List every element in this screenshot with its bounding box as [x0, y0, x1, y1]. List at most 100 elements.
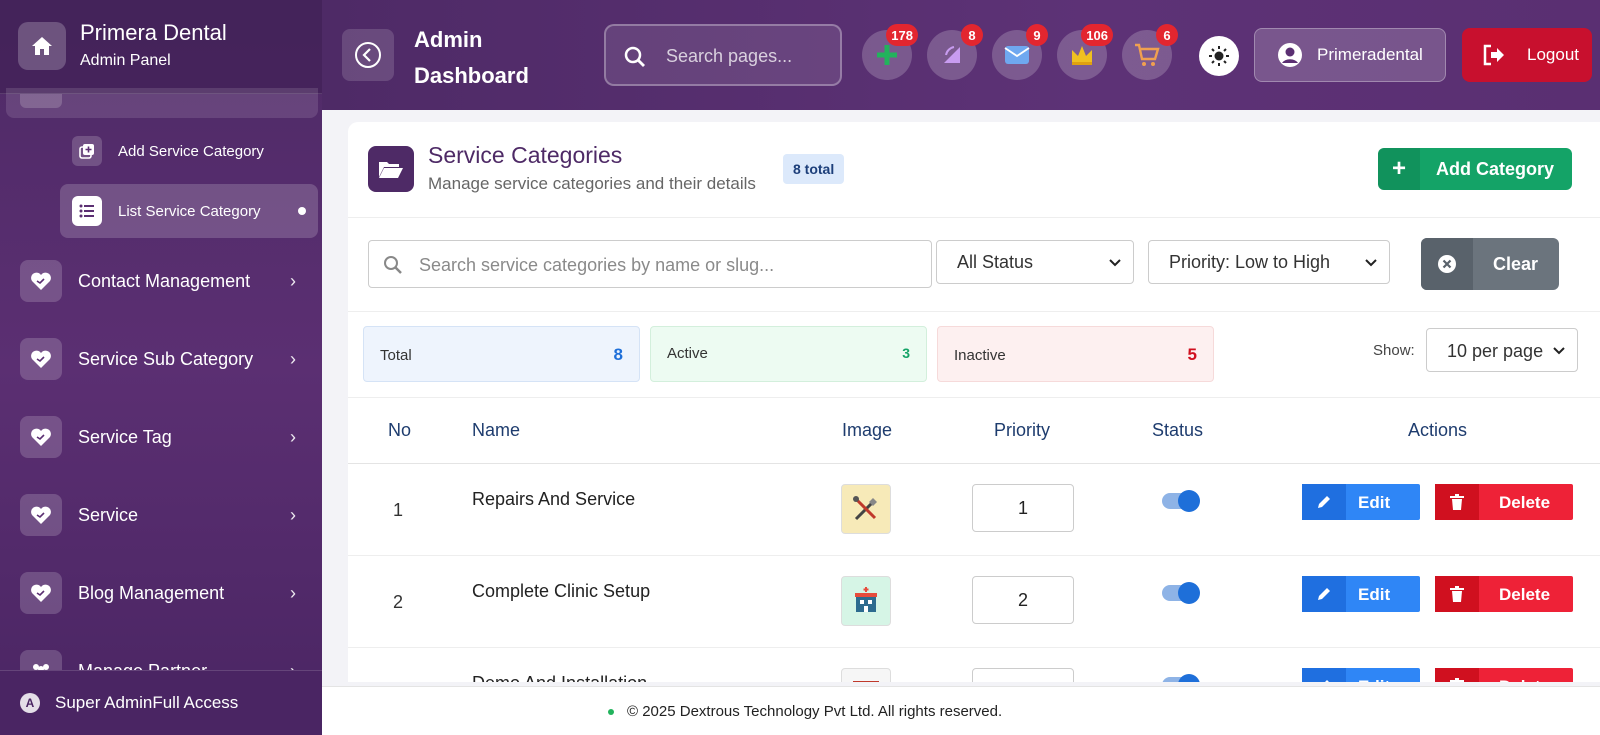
- chevron-down-icon: [1109, 259, 1121, 267]
- sidebar-subitem-add-service-category[interactable]: Add Service Category: [60, 124, 318, 178]
- table-row: 2 Complete Clinic Setup 2 Edit Delete: [348, 556, 1600, 648]
- home-icon[interactable]: [18, 22, 66, 70]
- stat-total-label: Total: [380, 347, 412, 364]
- delete-button[interactable]: Delete: [1435, 576, 1573, 612]
- edit-button[interactable]: Edit: [1302, 576, 1420, 612]
- sidebar-item-label: Service: [78, 504, 139, 525]
- user-name: Primeradental: [1317, 45, 1423, 64]
- stat-active-value: 3: [902, 345, 910, 361]
- per-page-select[interactable]: 10 per page: [1426, 328, 1578, 372]
- page-search-input[interactable]: [666, 44, 826, 68]
- service-categories-card: Service Categories Manage service catego…: [348, 122, 1600, 682]
- clear-label: Clear: [1493, 254, 1539, 274]
- sidebar: Primera Dental Admin Panel Add Service C…: [0, 0, 322, 735]
- pencil-icon: [1302, 668, 1346, 682]
- chevron-right-icon: ›: [290, 426, 296, 447]
- notification-button-tooth[interactable]: 8: [927, 24, 983, 80]
- priority-input[interactable]: 3: [972, 668, 1074, 682]
- sidebar-subitem-label: List Service Category: [118, 202, 261, 220]
- notification-badge: 9: [1026, 24, 1048, 46]
- trash-icon: [1435, 484, 1479, 520]
- notification-badge: 178: [886, 24, 918, 46]
- sidebar-item-service-category[interactable]: [6, 88, 318, 118]
- category-search-input[interactable]: [419, 253, 919, 277]
- category-search[interactable]: [368, 240, 932, 288]
- edit-button[interactable]: Edit: [1302, 668, 1420, 682]
- priority-input[interactable]: 2: [972, 576, 1074, 624]
- role-text: Super AdminFull Access: [55, 693, 239, 712]
- status-toggle[interactable]: [1162, 674, 1200, 682]
- sidebar-item-service-sub-category[interactable]: Service Sub Category ›: [0, 328, 322, 390]
- user-avatar-icon: [1278, 43, 1302, 67]
- heart-hand-icon: [20, 260, 62, 302]
- column-header-image: Image: [842, 420, 893, 440]
- table-row: 3 Demo And Installation 3 Edit Delete: [348, 648, 1600, 682]
- status-toggle[interactable]: [1162, 490, 1200, 512]
- column-header-actions: Actions: [1408, 420, 1468, 440]
- chevron-right-icon: ›: [290, 582, 296, 603]
- page-footer: © 2025 Dextrous Technology Pvt Ltd. All …: [322, 686, 1600, 735]
- mail-icon: [1004, 46, 1030, 64]
- status-filter-select[interactable]: All Status: [936, 240, 1134, 284]
- column-header-no: No: [388, 420, 412, 440]
- show-label: Show:: [1373, 342, 1415, 359]
- chevron-right-icon: ›: [290, 270, 296, 291]
- logout-button[interactable]: Logout: [1462, 28, 1592, 82]
- delete-label: Delete: [1499, 585, 1551, 604]
- sidebar-item-label: Contact Management: [78, 270, 251, 291]
- status-filter-value: All Status: [957, 251, 1034, 272]
- add-category-button[interactable]: + Add Category: [1378, 148, 1572, 190]
- status-toggle[interactable]: [1162, 582, 1200, 604]
- notification-badge: 6: [1156, 24, 1178, 46]
- user-menu-button[interactable]: Primeradental: [1254, 28, 1446, 82]
- chevron-down-icon: [1365, 259, 1377, 267]
- sidebar-item-service[interactable]: Service ›: [0, 484, 322, 546]
- sidebar-item-blog-management[interactable]: Blog Management ›: [0, 562, 322, 624]
- chevron-right-icon: ›: [290, 504, 296, 525]
- notification-button-mail[interactable]: 9: [992, 24, 1048, 80]
- edit-label: Edit: [1358, 677, 1390, 682]
- notification-button-orders[interactable]: 178: [862, 24, 918, 80]
- chevron-right-icon: ›: [290, 348, 296, 369]
- stat-total: Total 8: [363, 326, 640, 382]
- clear-filters-button[interactable]: Clear: [1421, 238, 1559, 290]
- tooth-icon: [944, 46, 960, 63]
- delete-label: Delete: [1499, 493, 1551, 512]
- logout-icon: [1483, 44, 1504, 66]
- stat-active: Active 3: [650, 326, 927, 382]
- delete-button[interactable]: Delete: [1435, 484, 1573, 520]
- edit-label: Edit: [1358, 585, 1391, 604]
- sidebar-subitem-list-service-category[interactable]: List Service Category: [60, 184, 318, 238]
- sidebar-item-label: Blog Management: [78, 582, 225, 603]
- edit-button[interactable]: Edit: [1302, 484, 1420, 520]
- back-button[interactable]: [342, 29, 394, 81]
- stat-inactive-label: Inactive: [954, 347, 1006, 364]
- active-dot: [298, 207, 306, 215]
- row-number: 1: [392, 500, 403, 520]
- sidebar-item-service-tag[interactable]: Service Tag ›: [0, 406, 322, 468]
- pencil-icon: [1302, 484, 1346, 520]
- delete-button[interactable]: Delete: [1435, 668, 1573, 682]
- notification-button-cart[interactable]: 6: [1122, 24, 1178, 80]
- column-header-name: Name: [472, 420, 521, 440]
- sidebar-item-contact-management[interactable]: Contact Management ›: [0, 250, 322, 312]
- add-square-icon: [72, 136, 102, 166]
- edit-label: Edit: [1358, 493, 1391, 512]
- priority-input[interactable]: 1: [972, 484, 1074, 532]
- filters-bar: All Status Priority: Low to High Clear: [348, 218, 1600, 312]
- sidebar-item-label: Service Tag: [78, 426, 172, 447]
- page-title: Service Categories: [428, 142, 623, 168]
- card-header: Service Categories Manage service catego…: [348, 122, 1600, 218]
- page-subtitle: Manage service categories and their deta…: [428, 174, 756, 193]
- theme-toggle-button[interactable]: [1199, 36, 1239, 76]
- brand-subtitle: Admin Panel: [80, 52, 171, 69]
- row-name: Complete Clinic Setup: [472, 581, 651, 601]
- page-header-title-line1: Admin: [414, 27, 483, 52]
- notification-badge: 106: [1081, 24, 1113, 46]
- priority-sort-select[interactable]: Priority: Low to High: [1148, 240, 1390, 284]
- tools-icon: [841, 484, 891, 534]
- sidebar-subitem-label: Add Service Category: [118, 142, 264, 160]
- notification-button-crown[interactable]: 106: [1057, 24, 1113, 80]
- row-name: Repairs And Service: [472, 489, 636, 509]
- page-search[interactable]: [604, 24, 842, 86]
